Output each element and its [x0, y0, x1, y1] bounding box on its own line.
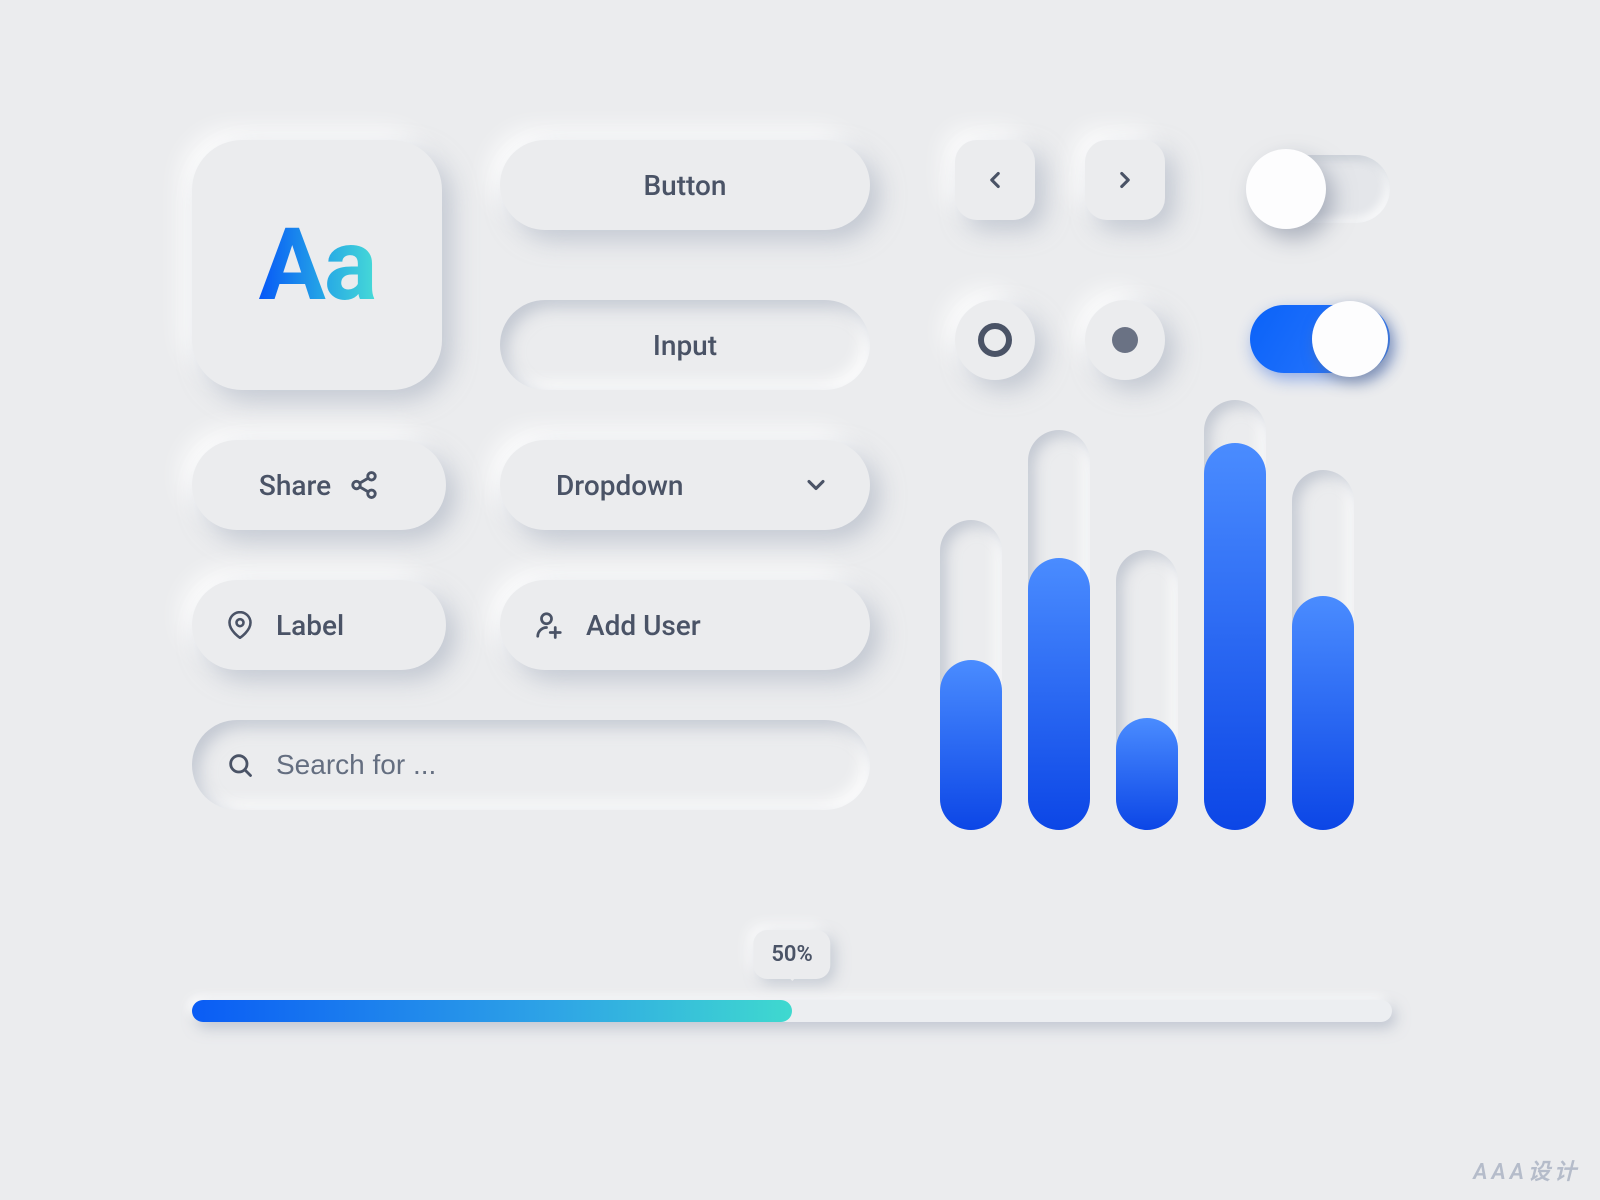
chevron-left-icon — [982, 167, 1008, 193]
bar-trough — [1028, 430, 1090, 830]
bar-trough — [1204, 400, 1266, 830]
bar-chart — [940, 400, 1420, 830]
watermark: AAA设计 — [1473, 1154, 1580, 1186]
bar-fill — [940, 660, 1002, 831]
chevron-right-icon — [1112, 167, 1138, 193]
toggle-knob — [1246, 149, 1326, 229]
toggle-knob — [1312, 301, 1388, 377]
typography-tile: Aa — [192, 140, 442, 390]
share-button-label: Share — [259, 469, 331, 502]
user-plus-icon — [534, 610, 564, 640]
radio-selected[interactable] — [1085, 300, 1165, 380]
next-button[interactable] — [1085, 140, 1165, 220]
generic-button[interactable]: Button — [500, 140, 870, 230]
bar-fill — [1028, 558, 1090, 830]
typography-sample: Aa — [259, 207, 376, 324]
progress-bar[interactable]: 50% — [192, 1000, 1392, 1022]
progress-track — [192, 1000, 1392, 1022]
search-input[interactable] — [276, 749, 836, 781]
share-button[interactable]: Share — [192, 440, 446, 530]
share-icon — [349, 470, 379, 500]
circle-icon — [978, 323, 1012, 357]
add-user-button[interactable]: Add User — [500, 580, 870, 670]
search-icon — [226, 751, 254, 779]
radio-unselected[interactable] — [955, 300, 1035, 380]
toggle-on[interactable] — [1250, 305, 1390, 373]
add-user-button-label: Add User — [586, 609, 701, 642]
dot-icon — [1112, 327, 1138, 353]
toggle-off[interactable] — [1250, 155, 1390, 223]
dropdown[interactable]: Dropdown — [500, 440, 870, 530]
progress-tooltip-label: 50% — [771, 942, 812, 967]
dropdown-label: Dropdown — [556, 469, 683, 502]
progress-fill — [192, 1000, 792, 1022]
pin-icon — [226, 611, 254, 639]
bar-fill — [1292, 596, 1354, 830]
generic-button-label: Button — [643, 169, 726, 202]
label-chip[interactable]: Label — [192, 580, 446, 670]
bar-fill — [1204, 443, 1266, 830]
label-chip-label: Label — [276, 609, 344, 642]
text-input-label: Input — [653, 329, 717, 362]
search-field[interactable] — [192, 720, 870, 810]
prev-button[interactable] — [955, 140, 1035, 220]
bar-fill — [1116, 718, 1178, 830]
progress-tooltip: 50% — [753, 930, 830, 979]
chevron-down-icon — [802, 471, 830, 499]
bar-trough — [940, 520, 1002, 830]
text-input[interactable]: Input — [500, 300, 870, 390]
bar-trough — [1116, 550, 1178, 830]
bar-trough — [1292, 470, 1354, 830]
